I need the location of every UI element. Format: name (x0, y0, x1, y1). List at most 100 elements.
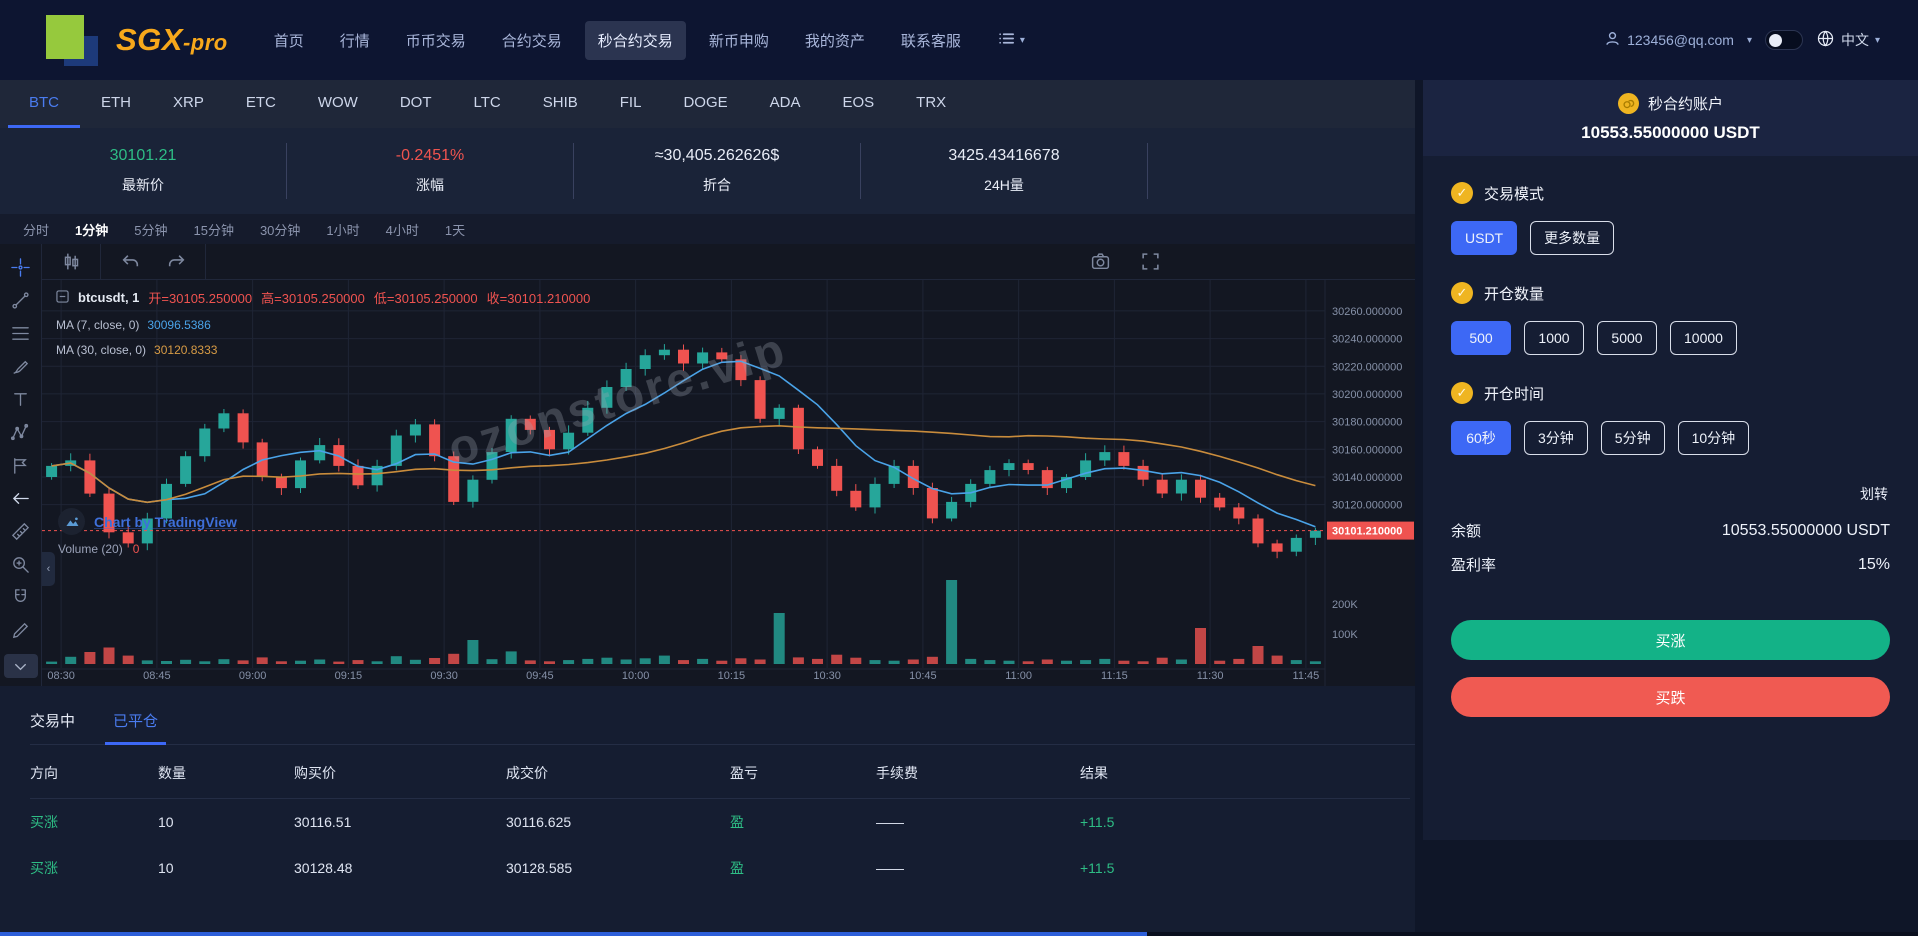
check-circle-icon: ✓ (1451, 382, 1473, 404)
ma30-value: 30120.8333 (154, 343, 217, 357)
order-amount: 10 (158, 860, 294, 876)
svg-text:30260.000000: 30260.000000 (1332, 306, 1402, 318)
orders-tab-1[interactable]: 已平仓 (113, 710, 158, 731)
coin-tab-dot[interactable]: DOT (379, 80, 453, 128)
nav-item-2[interactable]: 币币交易 (393, 21, 479, 60)
measure-icon[interactable] (6, 516, 36, 546)
nav-more-menu[interactable]: ▾ (984, 20, 1038, 61)
coin-tab-fil[interactable]: FIL (599, 80, 663, 128)
order-fee: —— (876, 814, 1080, 830)
trade-actions: 买涨 买跌 (1451, 620, 1890, 717)
brand-logo[interactable] (46, 12, 100, 68)
option-button-10分钟[interactable]: 10分钟 (1678, 421, 1750, 455)
stat-0: 30101.21最新价 (0, 143, 287, 199)
crosshair-icon[interactable] (6, 252, 36, 282)
fullscreen-icon[interactable] (1135, 247, 1165, 277)
arrow-left-icon[interactable] (6, 483, 36, 513)
timeframe-6[interactable]: 4小时 (373, 220, 432, 239)
option-button-60秒[interactable]: 60秒 (1451, 421, 1511, 455)
orders-table-header: 方向数量购买价成交价盈亏手续费结果 (30, 745, 1410, 799)
brush-icon[interactable] (6, 351, 36, 381)
language-label: 中文 (1841, 30, 1869, 50)
nav-item-3[interactable]: 合约交易 (489, 21, 575, 60)
balance-value: 10553.55000000 USDT (1722, 522, 1890, 540)
nav-item-5[interactable]: 新币申购 (696, 21, 782, 60)
globe-icon (1816, 29, 1835, 51)
coin-tab-eth[interactable]: ETH (80, 80, 152, 128)
coin-tab-ltc[interactable]: LTC (453, 80, 522, 128)
xabcd-pattern-icon[interactable] (6, 417, 36, 447)
account-title: 秒合约账户 (1648, 93, 1723, 114)
timeframe-4[interactable]: 30分钟 (247, 220, 313, 239)
option-button-USDT[interactable]: USDT (1451, 221, 1517, 255)
svg-text:09:45: 09:45 (526, 670, 554, 682)
stat-2: ≈30,405.262626$折合 (574, 143, 861, 199)
option-button-10000[interactable]: 10000 (1670, 321, 1737, 355)
coin-tab-trx[interactable]: TRX (895, 80, 967, 128)
buy-up-button[interactable]: 买涨 (1451, 620, 1890, 660)
legend-collapse-icon[interactable] (56, 290, 69, 306)
nav-item-1[interactable]: 行情 (327, 21, 383, 60)
order-direction: 买涨 (30, 858, 158, 878)
user-chevron-down-icon[interactable]: ▾ (1747, 35, 1752, 46)
user-account-menu[interactable]: 123456@qq.com (1604, 30, 1734, 50)
undo-icon[interactable] (115, 247, 145, 277)
hide-toolbar-icon[interactable] (4, 654, 38, 678)
orders-section: 交易中已平仓 方向数量购买价成交价盈亏手续费结果 买涨1030116.51301… (0, 686, 1415, 936)
svg-text:30101.210000: 30101.210000 (1332, 526, 1402, 538)
stat-label: 24H量 (984, 175, 1024, 195)
forecast-icon[interactable] (6, 450, 36, 480)
language-selector[interactable]: 中文 ▾ (1816, 29, 1880, 51)
order-pnl: 盈 (730, 812, 876, 832)
svg-text:10:00: 10:00 (622, 670, 650, 682)
nav-item-6[interactable]: 我的资产 (792, 21, 878, 60)
redo-icon[interactable] (161, 247, 191, 277)
camera-snapshot-icon[interactable] (1085, 247, 1115, 277)
coin-tab-doge[interactable]: DOGE (662, 80, 748, 128)
stat-value: ≈30,405.262626$ (655, 147, 779, 165)
timeframe-0[interactable]: 分时 (10, 220, 62, 239)
coin-tab-eos[interactable]: EOS (821, 80, 895, 128)
order-deal-price: 30128.585 (506, 860, 730, 876)
timeframe-3[interactable]: 15分钟 (180, 220, 246, 239)
coin-tab-shib[interactable]: SHIB (522, 80, 599, 128)
orders-tab-0[interactable]: 交易中 (30, 710, 75, 731)
text-tool-icon[interactable] (6, 384, 36, 414)
option-button-5000[interactable]: 5000 (1597, 321, 1657, 355)
option-button-更多数量[interactable]: 更多数量 (1530, 221, 1614, 255)
fib-retracement-icon[interactable] (6, 318, 36, 348)
coin-tab-xrp[interactable]: XRP (152, 80, 225, 128)
option-button-1000[interactable]: 1000 (1524, 321, 1584, 355)
theme-toggle[interactable] (1765, 30, 1803, 50)
tradingview-attribution[interactable]: Chart by TradingView (58, 508, 237, 535)
group-title-label: 开仓数量 (1484, 283, 1544, 304)
timeframe-1[interactable]: 1分钟 (62, 220, 121, 239)
zoom-in-icon[interactable] (6, 549, 36, 579)
profit-rate-label: 盈利率 (1451, 554, 1496, 575)
timeframe-5[interactable]: 1小时 (313, 220, 372, 239)
user-email: 123456@qq.com (1627, 32, 1734, 48)
magnet-icon[interactable] (6, 582, 36, 612)
option-button-500[interactable]: 500 (1451, 321, 1511, 355)
coin-tab-wow[interactable]: WOW (297, 80, 379, 128)
nav-item-7[interactable]: 联系客服 (888, 21, 974, 60)
buy-down-button[interactable]: 买跌 (1451, 677, 1890, 717)
option-button-5分钟[interactable]: 5分钟 (1601, 421, 1665, 455)
option-button-3分钟[interactable]: 3分钟 (1524, 421, 1588, 455)
candle-style-icon[interactable] (56, 247, 86, 277)
option-group-2: ✓开仓时间60秒3分钟5分钟10分钟 (1451, 382, 1890, 455)
coin-tab-etc[interactable]: ETC (225, 80, 297, 128)
drawing-mode-icon[interactable] (6, 615, 36, 645)
nav-item-4[interactable]: 秒合约交易 (585, 21, 686, 60)
coin-tab-btc[interactable]: BTC (8, 80, 80, 128)
coin-tab-ada[interactable]: ADA (749, 80, 822, 128)
timeframe-7[interactable]: 1天 (432, 220, 478, 239)
horizontal-scrollbar-thumb[interactable] (0, 932, 1147, 936)
timeframe-2[interactable]: 5分钟 (121, 220, 180, 239)
ticker-stats-row: 30101.21最新价-0.2451%涨幅≈30,405.262626$折合34… (0, 128, 1415, 214)
trend-line-icon[interactable] (6, 285, 36, 315)
transfer-link[interactable]: 划转 (1453, 484, 1888, 504)
toolbar-collapse-handle[interactable]: ‹ (42, 552, 55, 586)
svg-text:11:00: 11:00 (1005, 670, 1032, 682)
nav-item-0[interactable]: 首页 (261, 21, 317, 60)
